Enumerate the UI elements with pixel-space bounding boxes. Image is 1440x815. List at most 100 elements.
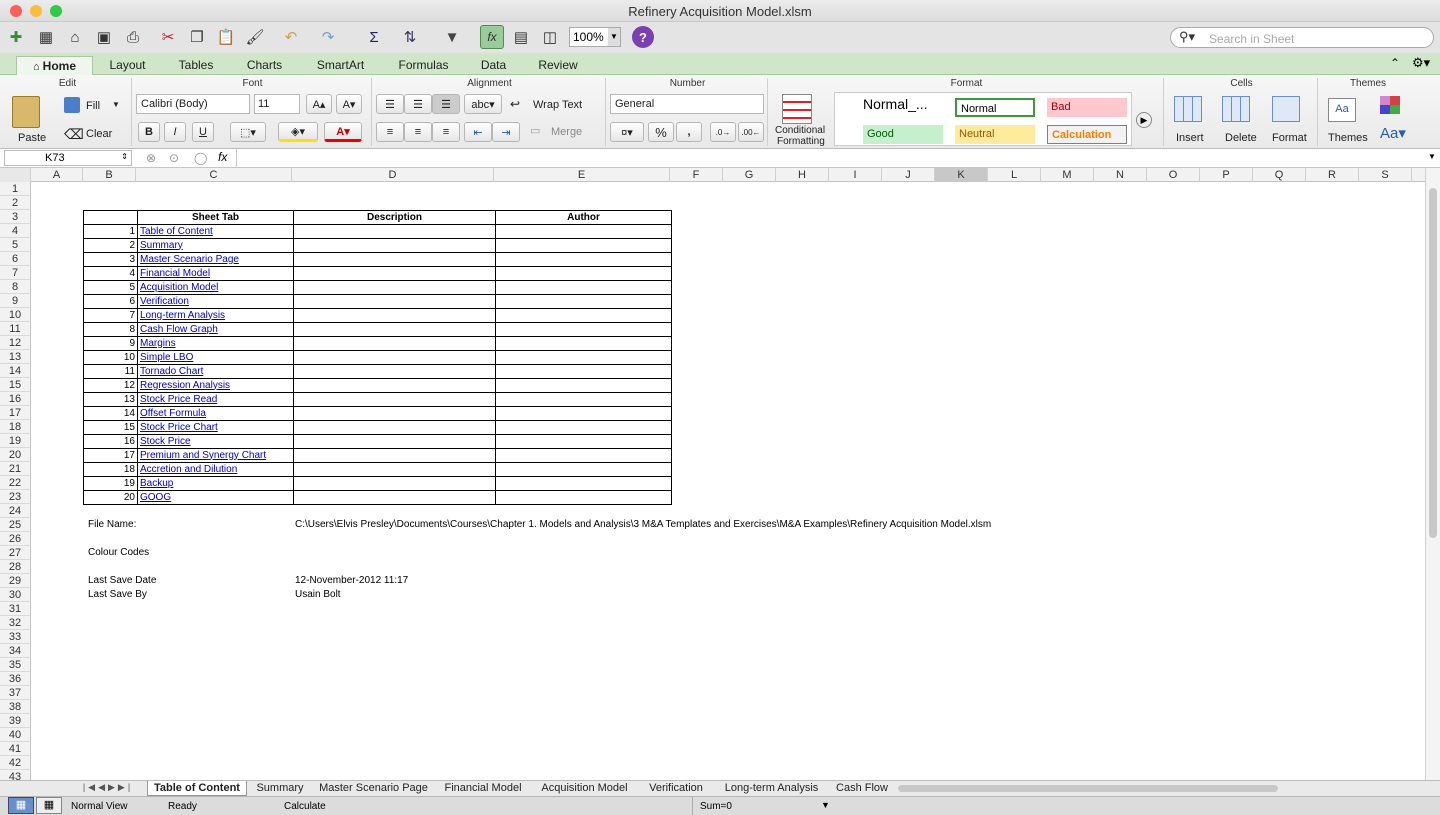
sheet-navigation-icons[interactable]: |◀◀▶▶| [70,782,146,796]
sheet-link[interactable]: Premium and Synergy Chart [140,450,266,461]
scrollbar-thumb[interactable] [1429,188,1437,538]
style-normal[interactable]: Normal [955,98,1035,117]
sheet-tab[interactable]: Summary [250,781,310,796]
redo-icon[interactable]: ↷ [316,25,340,49]
align-bottom-icon[interactable]: ☰ [432,94,460,114]
row-header[interactable]: 33 [0,630,31,644]
font-name-select[interactable]: Calibri (Body) [136,94,250,114]
sort-icon[interactable]: ⇅ [398,25,422,49]
author-cell[interactable] [495,224,672,239]
collapse-ribbon-icon[interactable]: ⌃ [1390,56,1400,70]
row-header[interactable]: 28 [0,560,31,574]
sheet-link[interactable]: Margins [140,338,176,349]
media-browser-icon[interactable]: ◫ [538,25,562,49]
number-format-select[interactable]: General [610,94,764,114]
description-cell[interactable] [293,266,496,281]
description-cell[interactable] [293,350,496,365]
description-cell[interactable] [293,322,496,337]
column-header[interactable]: Q [1253,168,1306,182]
tab-smartart[interactable]: SmartArt [300,56,381,75]
copy-icon[interactable]: ❐ [185,25,209,49]
orientation-icon[interactable]: abc▾ [464,94,502,114]
row-header[interactable]: 10 [0,308,31,322]
formula-builder-icon[interactable]: fx [480,25,504,49]
zoom-select[interactable]: 100% ▼ [569,27,621,47]
clear-label[interactable]: Clear [86,128,112,140]
sheet-tab[interactable]: Long-term Analysis [715,781,828,796]
align-top-icon[interactable]: ☰ [376,94,404,114]
description-cell[interactable] [293,364,496,379]
author-cell[interactable] [495,294,672,309]
description-cell[interactable] [293,294,496,309]
sheet-tab[interactable]: Table of Content [147,781,247,796]
filter-icon[interactable]: ▼ [440,25,464,49]
row-header[interactable]: 21 [0,462,31,476]
sheet-tab[interactable]: Cash Flow [831,781,893,796]
column-header[interactable]: F [670,168,723,182]
row-header[interactable]: 19 [0,434,31,448]
theme-colors-icon[interactable] [1380,96,1400,114]
page-layout-view-icon[interactable]: ▦ [36,797,62,814]
style-neutral[interactable]: Neutral [955,125,1035,144]
author-cell[interactable] [495,336,672,351]
author-cell[interactable] [495,350,672,365]
description-cell[interactable] [293,420,496,435]
style-bad[interactable]: Bad [1047,98,1127,117]
increase-font-icon[interactable]: A▴ [306,94,332,114]
description-cell[interactable] [293,224,496,239]
select-all-corner[interactable] [0,168,31,182]
sheet-link[interactable]: Stock Price Chart [140,422,218,433]
row-header[interactable]: 42 [0,756,31,770]
cancel-icon[interactable]: ⊗ [146,151,156,165]
row-header[interactable]: 23 [0,490,31,504]
description-cell[interactable] [293,378,496,393]
row-header[interactable]: 24 [0,504,31,518]
tab-layout[interactable]: Layout [96,56,159,75]
author-cell[interactable] [495,252,672,267]
help-icon[interactable]: ? [632,26,654,48]
decrease-decimal-icon[interactable]: .00← [738,122,764,142]
row-header[interactable]: 36 [0,672,31,686]
wrap-text-icon[interactable]: ↩ [510,97,520,111]
author-cell[interactable] [495,490,672,505]
calculate-status[interactable]: Calculate [284,801,326,812]
row-header[interactable]: 26 [0,532,31,546]
sheet-link[interactable]: Simple LBO [140,352,193,363]
tab-charts[interactable]: Charts [233,56,296,75]
row-header[interactable]: 9 [0,294,31,308]
chevron-down-icon[interactable]: ▼ [1428,152,1436,161]
sheet-link[interactable]: Master Scenario Page [140,254,239,265]
row-header[interactable]: 29 [0,574,31,588]
column-header[interactable]: G [723,168,776,182]
row-header[interactable]: 27 [0,546,31,560]
column-header[interactable]: N [1094,168,1147,182]
wrap-text-label[interactable]: Wrap Text [533,99,582,111]
italic-icon[interactable]: I [164,122,186,142]
sheet-tab[interactable]: Financial Model [437,781,529,796]
conditional-label[interactable]: Conditional [775,125,825,136]
sheet-link[interactable]: Summary [140,240,183,251]
underline-icon[interactable]: U [192,122,214,142]
sheet-tab[interactable]: Master Scenario Page [313,781,434,796]
description-cell[interactable] [293,280,496,295]
sheet-tab[interactable]: Acquisition Model [532,781,637,796]
row-header[interactable]: 6 [0,252,31,266]
row-header[interactable]: 2 [0,196,31,210]
increase-indent-icon[interactable]: ⇥ [492,122,520,142]
tab-home[interactable]: ⌂ Home [16,56,93,75]
sheet-link[interactable]: Verification [140,296,189,307]
save-icon[interactable]: ▣ [92,25,116,49]
column-header[interactable]: R [1306,168,1359,182]
description-cell[interactable] [293,392,496,407]
name-box[interactable]: K73 ⇕ [4,150,132,166]
eraser-icon[interactable]: ⌫ [64,126,84,143]
sheet-link[interactable]: Tornado Chart [140,366,203,377]
row-header[interactable]: 32 [0,616,31,630]
column-header[interactable]: C [136,168,292,182]
row-header[interactable]: 31 [0,602,31,616]
sheet-link[interactable]: Financial Model [140,268,210,279]
row-header[interactable]: 41 [0,742,31,756]
search-input[interactable]: ⚲▾ Search in Sheet [1170,27,1434,48]
style-normal-big[interactable]: Normal_... [863,96,928,115]
column-header[interactable]: L [988,168,1041,182]
